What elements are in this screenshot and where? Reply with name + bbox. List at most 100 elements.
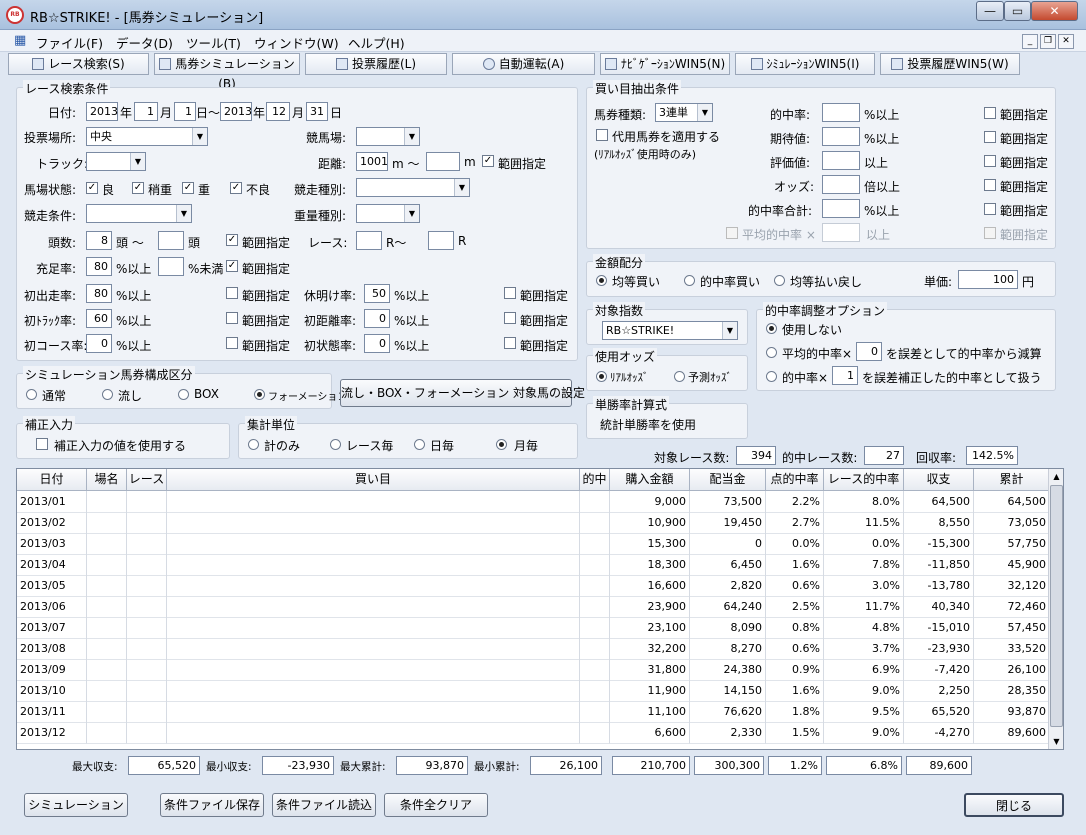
tab-vote-history[interactable]: 投票履歴(L) <box>305 53 447 75</box>
first-course-range-checkbox[interactable] <box>226 337 238 349</box>
avg-hit-field[interactable] <box>822 223 860 242</box>
odds-field[interactable] <box>822 175 860 194</box>
mdi-minimize-icon[interactable]: _ <box>1022 34 1038 49</box>
tab-simulation-win5[interactable]: ｼﾐｭﾚｰｼｮﾝWIN5(I) <box>735 53 875 75</box>
fill-from-field[interactable]: 80 <box>86 257 112 276</box>
fill-range-checkbox[interactable]: ✓ <box>226 260 238 272</box>
scroll-up-icon[interactable]: ▲ <box>1049 469 1063 484</box>
sim-normal-radio[interactable] <box>26 389 37 400</box>
tab-simulation[interactable]: 馬券シミュレーション(B) <box>154 53 300 91</box>
expected-range-checkbox[interactable] <box>984 131 996 143</box>
rest-range-checkbox[interactable] <box>504 287 516 299</box>
save-conditions-button[interactable]: 条件ファイル保存 <box>160 793 264 817</box>
correction-checkbox[interactable] <box>36 438 48 450</box>
menu-help[interactable]: ヘルプ(H) <box>348 33 405 52</box>
distance-to-field[interactable] <box>426 152 460 171</box>
first-distance-field[interactable]: 0 <box>364 309 390 328</box>
maximize-button[interactable]: ▭ <box>1004 1 1031 21</box>
target-index-select[interactable]: RB☆STRIKE! <box>602 321 738 340</box>
venue-select[interactable]: 中央 <box>86 127 208 146</box>
close-button[interactable]: 閉じる <box>964 793 1064 817</box>
hit-rate-range-checkbox[interactable] <box>984 107 996 119</box>
hit-sum-field[interactable] <box>822 199 860 218</box>
substitute-checkbox[interactable] <box>596 129 608 141</box>
sim-nagashi-radio[interactable] <box>102 389 113 400</box>
odds-range-checkbox[interactable] <box>984 179 996 191</box>
distance-range-checkbox[interactable]: ✓ <box>482 155 494 167</box>
heads-range-checkbox[interactable]: ✓ <box>226 234 238 246</box>
heads-from-field[interactable]: 8 <box>86 231 112 250</box>
avg-hit-range-checkbox[interactable] <box>984 227 996 239</box>
from-month-field[interactable]: 1 <box>134 102 158 121</box>
first-state-range-checkbox[interactable] <box>504 337 516 349</box>
column-header-purchase[interactable]: 購入金額 <box>610 469 690 491</box>
first-track-range-checkbox[interactable] <box>226 312 238 324</box>
menu-window[interactable]: ウィンドウ(W) <box>254 33 339 52</box>
scroll-down-icon[interactable]: ▼ <box>1049 734 1063 749</box>
cond-heavy-checkbox[interactable]: ✓ <box>182 182 194 194</box>
column-header-balance[interactable]: 収支 <box>904 469 974 491</box>
expected-field[interactable] <box>822 127 860 146</box>
agg-month-radio[interactable] <box>496 439 507 450</box>
cond-bad-checkbox[interactable]: ✓ <box>230 182 242 194</box>
course-select[interactable] <box>86 152 146 171</box>
vertical-scrollbar[interactable]: ▲ ▼ <box>1048 469 1063 749</box>
from-year-field[interactable]: 2013 <box>86 102 118 121</box>
adjust-avg-radio[interactable] <box>766 347 777 358</box>
tab-vote-history-win5[interactable]: 投票履歴WIN5(W) <box>880 53 1020 75</box>
race-type-select[interactable] <box>356 178 470 197</box>
to-month-field[interactable]: 12 <box>266 102 290 121</box>
avg-hit-checkbox[interactable] <box>726 227 738 239</box>
load-conditions-button[interactable]: 条件ファイル読込 <box>272 793 376 817</box>
tab-navigation-win5[interactable]: ﾅﾋﾞｹﾞｰｼｮﾝWIN5(N) <box>600 53 730 75</box>
race-to-field[interactable] <box>428 231 454 250</box>
to-day-field[interactable]: 31 <box>306 102 328 121</box>
minimize-button[interactable]: — <box>976 1 1004 21</box>
tab-race-search[interactable]: レース検索(S) <box>8 53 149 75</box>
column-header-race-hit[interactable]: レース的中率 <box>824 469 904 491</box>
adjust-mult-radio[interactable] <box>766 371 777 382</box>
clear-conditions-button[interactable]: 条件全クリア <box>384 793 488 817</box>
menu-data[interactable]: データ(D) <box>116 33 173 52</box>
first-track-field[interactable]: 60 <box>86 309 112 328</box>
simulate-button[interactable]: シミュレーション <box>24 793 128 817</box>
document-icon[interactable]: ▦ <box>14 33 26 48</box>
agg-day-radio[interactable] <box>414 439 425 450</box>
first-state-field[interactable]: 0 <box>364 334 390 353</box>
mdi-restore-icon[interactable]: ❐ <box>1040 34 1056 49</box>
agg-race-radio[interactable] <box>330 439 341 450</box>
money-equal-radio[interactable] <box>596 275 607 286</box>
mdi-close-icon[interactable]: ✕ <box>1058 34 1074 49</box>
pred-odds-radio[interactable] <box>674 371 685 382</box>
close-window-button[interactable]: ✕ <box>1031 1 1078 21</box>
unit-price-field[interactable]: 100 <box>958 270 1018 289</box>
track-select[interactable] <box>356 127 420 146</box>
scrollbar-thumb[interactable] <box>1050 485 1063 727</box>
menu-tools[interactable]: ツール(T) <box>186 33 241 52</box>
hit-rate-field[interactable] <box>822 103 860 122</box>
hit-sum-range-checkbox[interactable] <box>984 203 996 215</box>
real-odds-radio[interactable] <box>596 371 607 382</box>
money-hit-radio[interactable] <box>684 275 695 286</box>
first-run-range-checkbox[interactable] <box>226 287 238 299</box>
agg-total-radio[interactable] <box>248 439 259 450</box>
race-from-field[interactable] <box>356 231 382 250</box>
to-year-field[interactable]: 2013 <box>220 102 252 121</box>
column-header-point-hit[interactable]: 点的中率 <box>766 469 824 491</box>
menu-file[interactable]: ファイル(F) <box>36 33 103 52</box>
heads-to-field[interactable] <box>158 231 184 250</box>
adjust-avg-field[interactable]: 0 <box>856 342 882 361</box>
sim-box-radio[interactable] <box>178 389 189 400</box>
bet-kind-select[interactable]: 3連単 <box>655 103 713 122</box>
rest-field[interactable]: 50 <box>364 284 390 303</box>
adjust-mult-field[interactable]: 1 <box>832 366 858 385</box>
column-header-race[interactable]: レース <box>127 469 167 491</box>
column-header-bet[interactable]: 買い目 <box>167 469 580 491</box>
tab-auto-run[interactable]: 自動運転(A) <box>452 53 595 75</box>
distance-from-field[interactable]: 1001 <box>356 152 388 171</box>
column-header-venue[interactable]: 場名 <box>87 469 127 491</box>
weight-select[interactable] <box>356 204 420 223</box>
first-course-field[interactable]: 0 <box>86 334 112 353</box>
first-distance-range-checkbox[interactable] <box>504 312 516 324</box>
eval-field[interactable] <box>822 151 860 170</box>
